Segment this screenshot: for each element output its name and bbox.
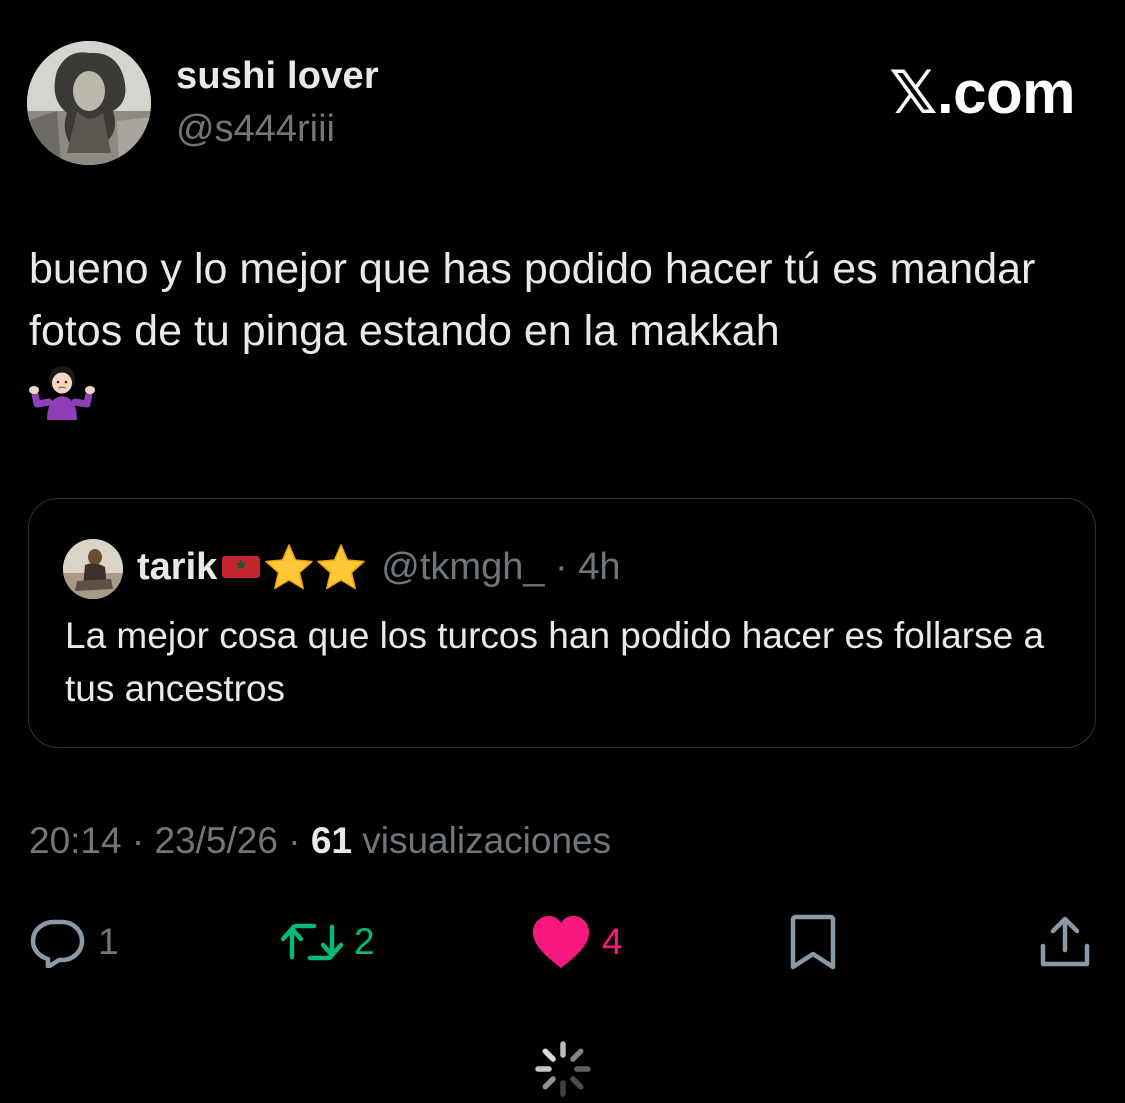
views-label: visualizaciones: [351, 820, 612, 861]
quoted-author-badges: [219, 543, 367, 591]
quoted-tweet-card[interactable]: tarik @tkmgh_ · 4h La mejor cosa que los: [28, 498, 1096, 748]
quoted-tweet-header: tarik @tkmgh_ · 4h: [137, 542, 621, 592]
tweet-date[interactable]: 23/5/26: [154, 820, 277, 861]
quoted-author-avatar[interactable]: [63, 539, 123, 599]
share-icon: [1037, 914, 1093, 970]
loading-spinner-icon: [534, 1040, 592, 1098]
separator-dot: ·: [544, 545, 579, 588]
tweet-time[interactable]: 20:14: [29, 820, 122, 861]
author-avatar[interactable]: [27, 41, 151, 165]
heart-icon: [530, 914, 592, 970]
author-handle[interactable]: @s444riii: [176, 108, 335, 151]
quoted-tweet-text: La mejor cosa que los turcos han podido …: [65, 615, 1045, 709]
retweet-icon: [280, 917, 344, 967]
retweet-count: 2: [354, 921, 375, 962]
tweet-text-content: bueno y lo mejor que has podido hacer tú…: [29, 245, 1036, 355]
bookmark-icon: [787, 914, 839, 970]
quoted-author-handle-time: @tkmgh_ · 4h: [381, 546, 620, 589]
reply-button[interactable]: 1: [28, 912, 119, 972]
retweet-button[interactable]: 2: [280, 912, 375, 972]
morocco-flag-icon: [219, 554, 263, 580]
tweet-metadata: 20:14 · 23/5/26 · 61 visualizaciones: [29, 820, 611, 862]
separator-dot: ·: [277, 820, 311, 861]
person-shrugging-emoji: [29, 362, 95, 424]
tweet-text: bueno y lo mejor que has podido hacer tú…: [29, 238, 1089, 424]
views-count[interactable]: 61: [311, 820, 352, 861]
share-button[interactable]: [1037, 912, 1093, 972]
separator-dot: ·: [121, 820, 155, 861]
reply-icon: [28, 916, 88, 968]
quoted-author-display-name[interactable]: tarik: [137, 546, 217, 589]
x-brand-logo: 𝕏.com: [889, 59, 1075, 126]
quoted-tweet-time[interactable]: 4h: [578, 546, 620, 588]
like-button[interactable]: 4: [530, 912, 623, 972]
reply-count: 1: [98, 921, 119, 962]
bookmark-button[interactable]: [787, 912, 839, 972]
star-icon: [315, 543, 367, 591]
author-display-name[interactable]: sushi lover: [176, 55, 379, 98]
like-count: 4: [602, 921, 623, 962]
star-icon: [263, 543, 315, 591]
quoted-author-handle[interactable]: @tkmgh_: [381, 546, 544, 588]
